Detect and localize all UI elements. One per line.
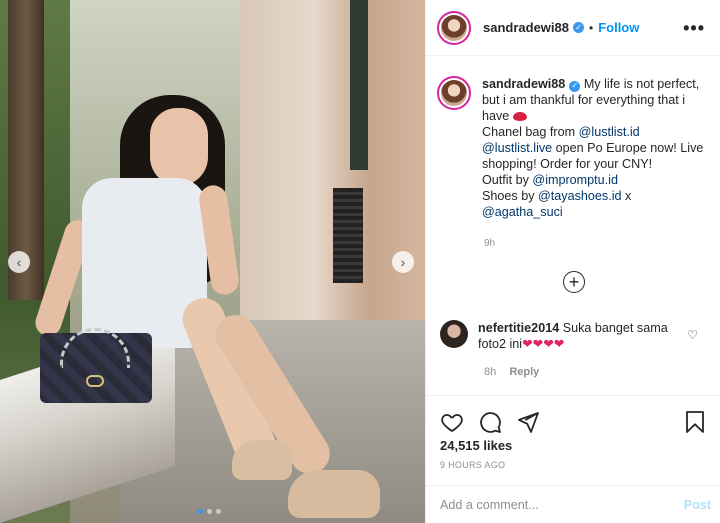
- comment-timestamp: 8h: [484, 366, 497, 378]
- caption-shoes-prefix: Shoes by: [482, 189, 539, 203]
- post-caption: sandradewi88 ✓ My life is not perfect, bu…: [437, 76, 712, 220]
- post-sidebar: sandradewi88 ✓ • Follow ••• sandradewi88…: [425, 0, 720, 523]
- caption-username[interactable]: sandradewi88: [482, 77, 565, 91]
- comment-item: nefertitie2014 Suka banget sama foto2 in…: [440, 320, 710, 352]
- comment-bubble-icon[interactable]: [478, 410, 502, 434]
- post-photo: ‹ ›: [0, 0, 425, 523]
- post-actions: 24,515 likes 9 HOURS AGO: [426, 395, 720, 485]
- mention-agatha[interactable]: @agatha_suci: [482, 205, 563, 219]
- more-options-icon[interactable]: •••: [683, 18, 705, 39]
- add-comment-input[interactable]: [440, 497, 660, 512]
- post-header: sandradewi88 ✓ • Follow •••: [426, 0, 720, 56]
- mention-lustlist-live[interactable]: @lustlist.live: [482, 141, 552, 155]
- verified-badge-icon: ✓: [573, 22, 584, 33]
- add-comment-bar: Post: [426, 485, 720, 523]
- caption-text: sandradewi88 ✓ My life is not perfect, bu…: [482, 76, 712, 220]
- author-username[interactable]: sandradewi88: [483, 20, 569, 35]
- verified-badge-icon: ✓: [569, 80, 581, 92]
- caption-avatar[interactable]: [437, 76, 471, 110]
- action-icons: [440, 410, 540, 434]
- post-comment-button[interactable]: Post: [684, 498, 711, 512]
- comment-username[interactable]: nefertitie2014: [478, 321, 559, 335]
- post-time-ago: 9 HOURS AGO: [440, 460, 506, 470]
- carousel-dot: [207, 509, 212, 514]
- photo-face: [150, 108, 208, 186]
- carousel-dot: [216, 509, 221, 514]
- commenter-avatar[interactable]: [440, 320, 468, 348]
- reply-button[interactable]: Reply: [509, 366, 539, 378]
- carousel-next-button[interactable]: ›: [392, 251, 414, 273]
- lips-emoji-icon: [512, 112, 527, 121]
- caption-bag-prefix: Chanel bag from: [482, 125, 579, 139]
- photo-shoe: [288, 470, 380, 518]
- photo-bag-logo: [86, 375, 104, 387]
- chevron-left-icon: ‹: [16, 254, 22, 270]
- header-separator: •: [589, 20, 594, 35]
- likes-count[interactable]: 24,515 likes: [440, 438, 512, 453]
- bookmark-save-icon[interactable]: [683, 410, 707, 434]
- comment-like-heart-icon[interactable]: ♡: [687, 328, 698, 342]
- photo-shoe: [232, 440, 292, 480]
- carousel-prev-button[interactable]: ‹: [8, 251, 30, 273]
- author-avatar[interactable]: [437, 10, 471, 45]
- like-heart-icon[interactable]: [440, 410, 464, 434]
- comment-text: nefertitie2014 Suka banget sama foto2 in…: [478, 320, 678, 352]
- mention-tayashoes[interactable]: @tayashoes.id: [538, 189, 622, 203]
- instagram-post: ‹ › sandradewi88 ✓ • Follow ••• sandrade…: [0, 0, 720, 523]
- load-more-comments-button[interactable]: +: [563, 271, 585, 293]
- mention-impromptu[interactable]: @impromptu.id: [532, 173, 618, 187]
- mention-lustlist[interactable]: @lustlist.id: [579, 125, 640, 139]
- follow-button[interactable]: Follow: [598, 20, 639, 35]
- comment-hearts: ❤❤❤❤: [522, 337, 565, 351]
- share-paper-plane-icon[interactable]: [516, 410, 540, 434]
- caption-shoes-suffix: x: [621, 189, 632, 203]
- caption-outfit-prefix: Outfit by: [482, 173, 533, 187]
- photo-pillar: [350, 0, 368, 170]
- carousel-dot: [198, 509, 203, 514]
- carousel-dots: [198, 509, 221, 514]
- chevron-right-icon: ›: [400, 254, 406, 270]
- comment-meta: 8h Reply: [484, 366, 539, 378]
- plus-circle-icon: +: [568, 272, 580, 292]
- photo-vent: [333, 188, 363, 283]
- caption-timestamp: 9h: [484, 238, 496, 249]
